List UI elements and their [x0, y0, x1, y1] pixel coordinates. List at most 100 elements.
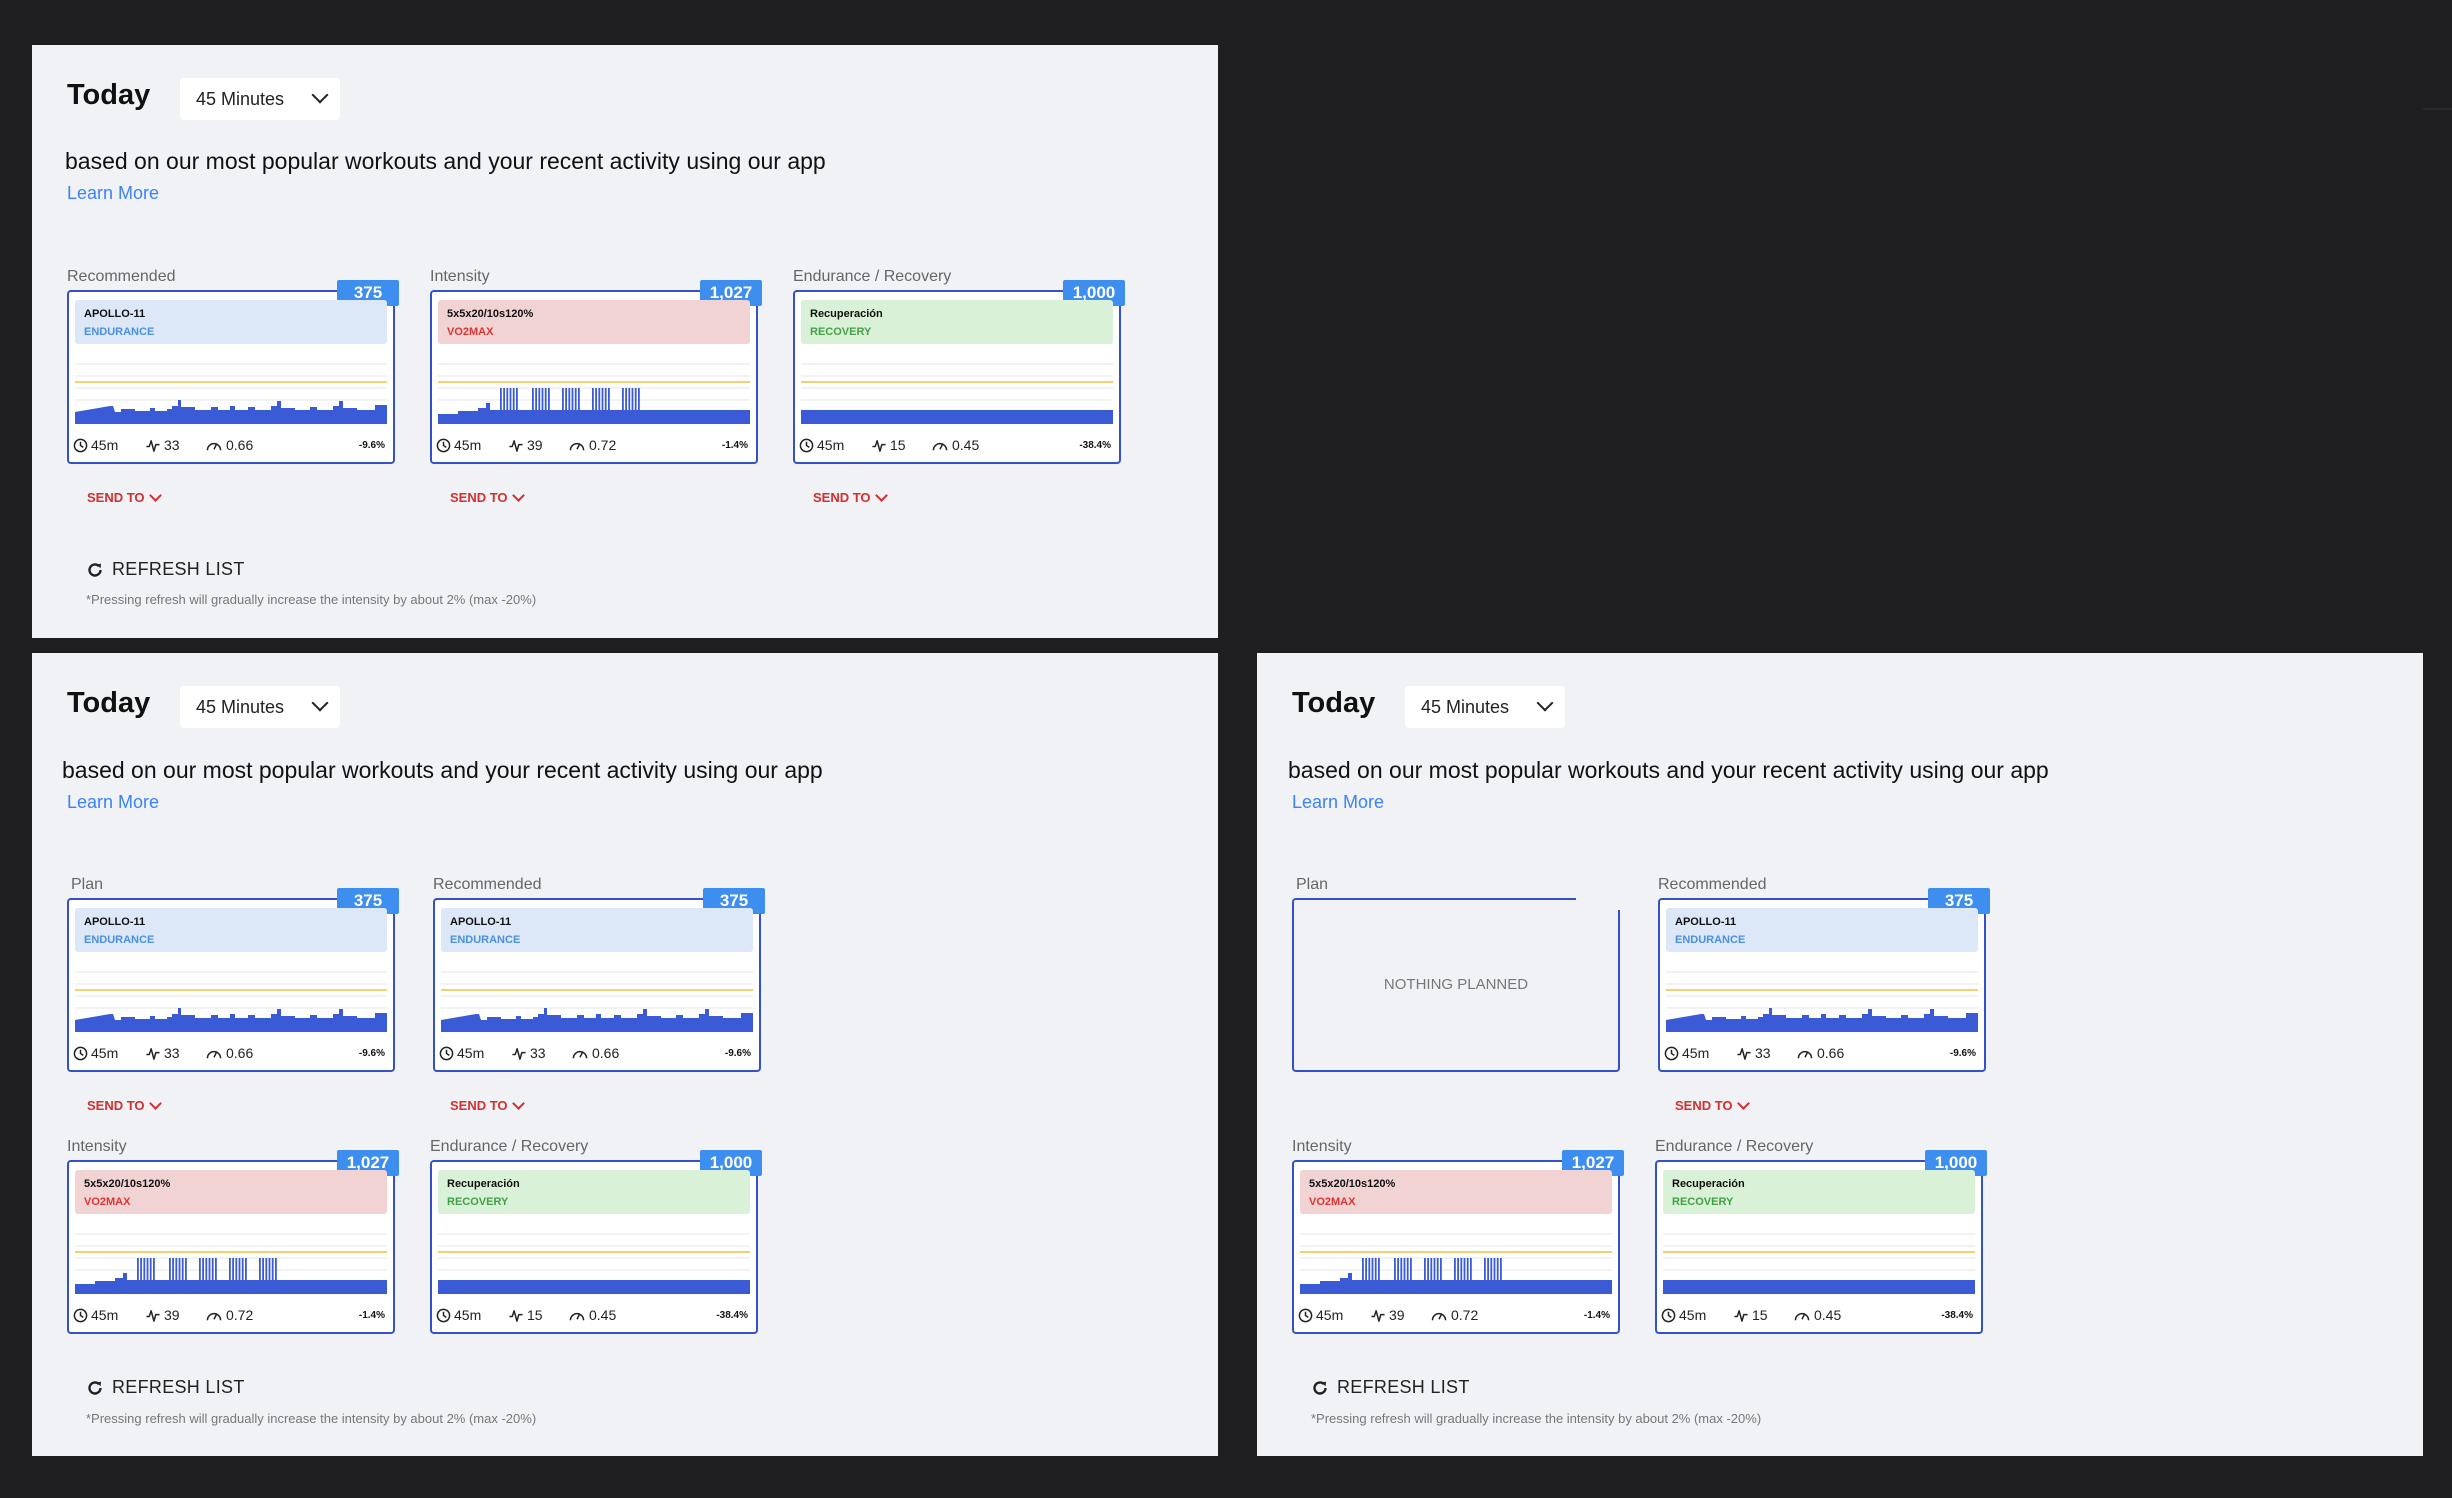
refresh-list-button[interactable]: REFRESH LIST	[86, 559, 245, 580]
card-section-label: Recommended	[1658, 876, 1767, 893]
stat-value: 39	[527, 437, 543, 453]
stat-value: 0.66	[592, 1045, 620, 1061]
refresh-note: *Pressing refresh will gradually increas…	[86, 592, 537, 607]
workout-panel-bottom-right: Today 45 Minutes based on our most popul…	[1257, 653, 2423, 1456]
duration-dropdown[interactable]: 45 Minutes	[180, 686, 340, 728]
card-section-label: Intensity	[430, 268, 490, 285]
card-section-label: Plan	[1296, 876, 1329, 893]
workout-card[interactable]: 375 APOLLO-11 ENDURANCE 45m 33 0.66 -9.6%	[67, 888, 399, 1072]
chevron-down-icon	[311, 694, 329, 712]
workout-stats: 45m 39 0.72 -1.4%	[73, 1307, 385, 1327]
stat-value: 45m	[817, 437, 845, 453]
workout-name: 5x5x20/10s120%	[84, 1178, 171, 1190]
card-section-label: Plan	[71, 876, 104, 893]
workout-type: ENDURANCE	[84, 934, 155, 946]
workout-tag: Recuperación RECOVERY	[801, 300, 1113, 344]
workout-profile-chart	[1663, 1233, 1975, 1294]
workout-stats: 45m 15 0.45 -38.4%	[1661, 1307, 1973, 1327]
workout-card[interactable]: 1,000 Recuperación RECOVERY 45m 15 0.45 -38.4%	[793, 280, 1125, 464]
workout-profile-chart	[75, 1233, 387, 1294]
workout-type: RECOVERY	[447, 1196, 509, 1208]
send-to-button[interactable]: SEND TO	[1675, 1096, 1750, 1113]
stat-tss: 15	[871, 437, 906, 453]
workout-tag: 5x5x20/10s120% VO2MAX	[75, 1170, 387, 1214]
send-to-button[interactable]: SEND TO	[813, 488, 888, 505]
workout-tag: APOLLO-11 ENDURANCE	[75, 908, 387, 952]
duration-value: 45 Minutes	[1421, 696, 1510, 717]
stat-duration: 45m	[73, 1307, 118, 1323]
send-to-label: SEND TO	[87, 1098, 145, 1113]
stat-tss: 15	[1733, 1307, 1768, 1323]
stat-duration: 45m	[73, 437, 118, 453]
edge-tick	[2423, 108, 2452, 110]
description-text: based on our most popular workouts and y…	[62, 757, 823, 783]
workout-name: APOLLO-11	[450, 916, 512, 928]
stat-tss: 39	[145, 1307, 180, 1323]
duration-value: 45 Minutes	[196, 88, 285, 109]
stat-value: 45m	[91, 437, 119, 453]
send-to-button[interactable]: SEND TO	[450, 488, 525, 505]
duration-dropdown[interactable]: 45 Minutes	[180, 78, 340, 120]
right-edge	[2423, 0, 2452, 1498]
nothing-planned-text: NOTHING PLANNED	[1383, 976, 1529, 993]
intensity-change: -1.4%	[721, 440, 748, 451]
workout-card[interactable]: 1,027 5x5x20/10s120% VO2MAX 45m 39 0.72 -1.4%	[67, 1150, 399, 1334]
workout-name: 5x5x20/10s120%	[1309, 1178, 1396, 1190]
workout-card[interactable]: 1,027 5x5x20/10s120% VO2MAX 45m 39 0.72 -1.4%	[1292, 1150, 1624, 1334]
stat-value: 45m	[91, 1045, 119, 1061]
intensity-change: -38.4%	[1079, 440, 1111, 451]
workout-tag: Recuperación RECOVERY	[1663, 1170, 1975, 1214]
stat-tss: 39	[508, 437, 543, 453]
gauge-icon	[1431, 1312, 1447, 1320]
workout-type: ENDURANCE	[1675, 934, 1746, 946]
learn-more-link[interactable]: Learn More	[1292, 792, 1384, 813]
stat-value: 0.45	[952, 437, 980, 453]
workout-panel-top: Today 45 Minutes based on our most popul…	[32, 45, 1218, 638]
workout-card[interactable]: 1,027 5x5x20/10s120% VO2MAX 45m 39 0.72 -1.4%	[430, 280, 762, 464]
send-to-label: SEND TO	[87, 490, 145, 505]
card-section-label: Endurance / Recovery	[430, 1138, 589, 1155]
card-section-label: Endurance / Recovery	[793, 268, 952, 285]
clock-icon	[1298, 1308, 1313, 1322]
stat-value: 45m	[1682, 1045, 1710, 1061]
stat-duration: 45m	[436, 1307, 481, 1323]
pulse-icon	[146, 1309, 160, 1322]
stat-if: 0.45	[931, 437, 979, 453]
stat-if: 0.45	[568, 1307, 616, 1323]
card-section-label: Endurance / Recovery	[1655, 1138, 1814, 1155]
workout-card[interactable]: 375 APOLLO-11 ENDURANCE 45m 33 0.66 -9.6%	[433, 888, 765, 1072]
workout-card[interactable]: 375 APOLLO-11 ENDURANCE 45m 33 0.66 -9.6%	[1658, 888, 1990, 1072]
send-to-button[interactable]: SEND TO	[87, 1096, 162, 1113]
pulse-icon	[1734, 1309, 1748, 1322]
stat-duration: 45m	[436, 437, 481, 453]
stat-value: 0.66	[1817, 1045, 1845, 1061]
refresh-list-button[interactable]: REFRESH LIST	[86, 1377, 245, 1398]
workout-profile-chart	[438, 1233, 750, 1294]
workout-card[interactable]: 375 APOLLO-11 ENDURANCE 45m 33 0.66 -9.6%	[67, 280, 399, 464]
clock-icon	[73, 438, 88, 452]
refresh-list-button[interactable]: REFRESH LIST	[1311, 1377, 1470, 1398]
send-to-label: SEND TO	[1675, 1098, 1733, 1113]
chevron-down-icon	[511, 1096, 525, 1110]
duration-dropdown[interactable]: 45 Minutes	[1405, 686, 1565, 728]
send-to-button[interactable]: SEND TO	[87, 488, 162, 505]
gauge-icon	[932, 442, 948, 450]
workout-panel-bottom-left: Today 45 Minutes based on our most popul…	[32, 653, 1218, 1456]
stat-duration: 45m	[1298, 1307, 1343, 1323]
stat-duration: 45m	[1664, 1045, 1709, 1061]
learn-more-link[interactable]: Learn More	[67, 183, 159, 204]
today-title: Today	[67, 79, 151, 111]
workout-card[interactable]: 1,000 Recuperación RECOVERY 45m 15 0.45 -38.4%	[430, 1150, 762, 1334]
pulse-icon	[1737, 1047, 1751, 1060]
stat-value: 0.66	[226, 437, 254, 453]
clock-icon	[1664, 1046, 1679, 1060]
send-to-button[interactable]: SEND TO	[450, 1096, 525, 1113]
stat-value: 0.45	[589, 1307, 617, 1323]
workout-type: VO2MAX	[1309, 1196, 1356, 1208]
workout-card[interactable]: 1,000 Recuperación RECOVERY 45m 15 0.45 -38.4%	[1655, 1150, 1987, 1334]
workout-stats: 45m 39 0.72 -1.4%	[436, 437, 748, 457]
learn-more-link[interactable]: Learn More	[67, 792, 159, 813]
workout-profile-chart	[441, 971, 753, 1032]
workout-type: RECOVERY	[1672, 1196, 1734, 1208]
card-section-label: Intensity	[1292, 1138, 1352, 1155]
